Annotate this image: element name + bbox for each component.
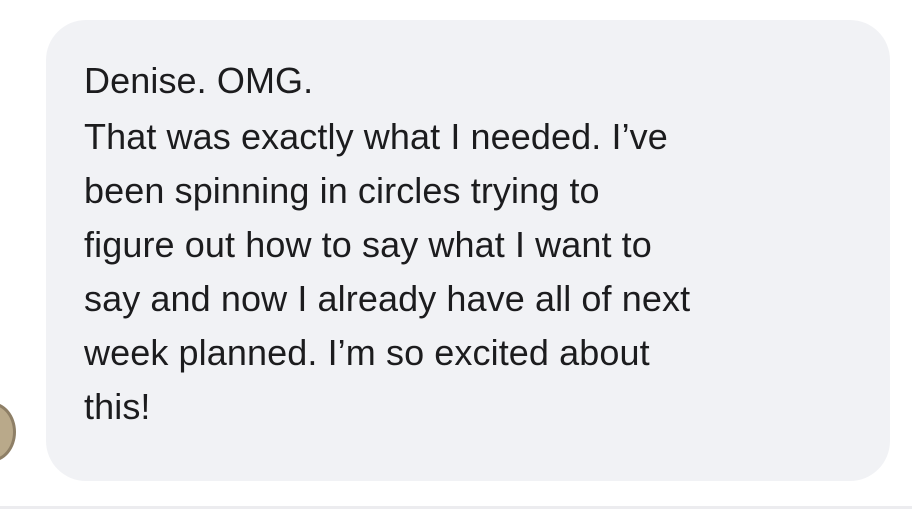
message-line: Denise. OMG.	[84, 60, 314, 101]
sender-avatar[interactable]	[0, 402, 16, 462]
message-line: week planned. I’m so excited about	[84, 332, 650, 373]
message-line: figure out how to say what I want to	[84, 224, 652, 265]
message-line: been spinning in circles trying to	[84, 170, 600, 211]
message-line: That was exactly what I needed. I’ve	[84, 116, 668, 157]
message-bubble[interactable]: Denise. OMG. That was exactly what I nee…	[46, 20, 890, 481]
message-line: this!	[84, 386, 151, 427]
message-line: say and now I already have all of next	[84, 278, 691, 319]
chat-view: Denise. OMG. That was exactly what I nee…	[0, 0, 912, 509]
